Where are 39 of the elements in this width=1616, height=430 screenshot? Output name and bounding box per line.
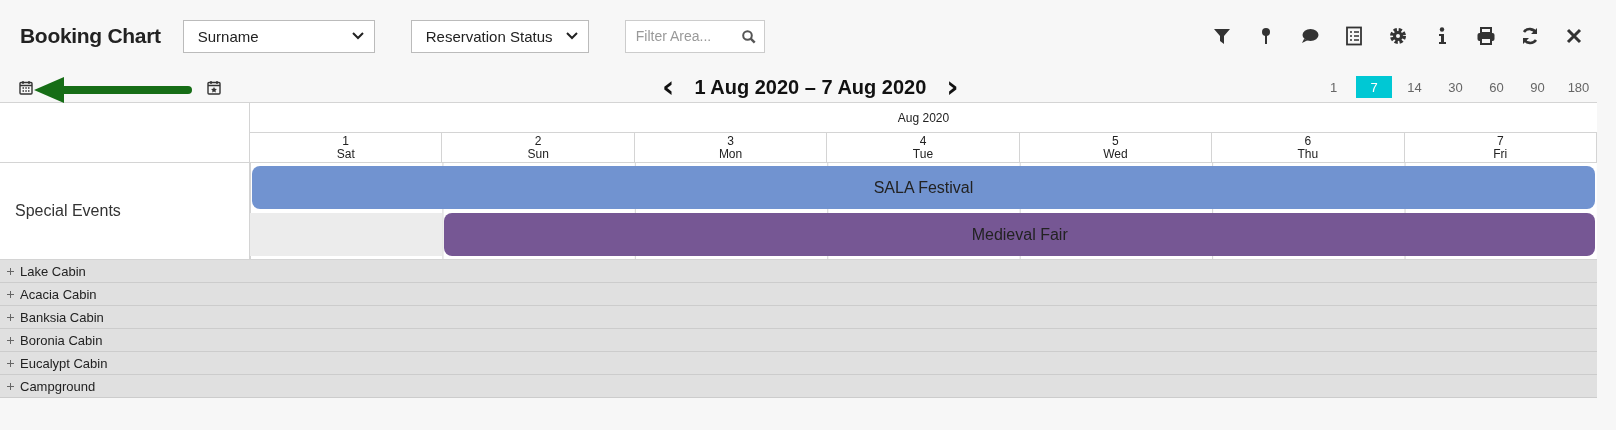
day-header: 2 Sun: [442, 133, 635, 162]
expand-icon[interactable]: [6, 266, 15, 276]
resource-name: Eucalypt Cabin: [20, 355, 108, 371]
month-header: Aug 2020: [250, 103, 1597, 133]
event-bar[interactable]: SALA Festival: [252, 166, 1595, 209]
expand-icon[interactable]: [6, 312, 15, 322]
zoom-option[interactable]: 60: [1476, 76, 1517, 98]
day-header: 4 Tue: [827, 133, 1020, 162]
calendar-star-icon[interactable]: [205, 78, 223, 96]
search-icon: [741, 29, 756, 44]
resource-name: Boronia Cabin: [20, 332, 103, 348]
day-header: 5 Wed: [1019, 133, 1213, 162]
resource-name: Campground: [20, 378, 96, 394]
zoom-option[interactable]: 1: [1313, 76, 1354, 98]
zoom-option[interactable]: 90: [1517, 76, 1558, 98]
expand-icon[interactable]: [6, 381, 15, 391]
caret-icon: [351, 32, 364, 40]
day-header: 1 Sat: [250, 133, 443, 162]
filter-field[interactable]: Filter Area...: [624, 19, 765, 53]
date-range: 1 Aug 2020 – 7 Aug 2020: [694, 75, 927, 99]
calendar-icon[interactable]: [17, 78, 35, 96]
zoom-option[interactable]: 30: [1435, 76, 1476, 98]
zoom-option[interactable]: 180: [1558, 76, 1599, 98]
expand-icon[interactable]: [6, 289, 15, 299]
expand-icon[interactable]: [6, 335, 15, 345]
caret-icon: [565, 32, 578, 40]
resource-name: Acacia Cabin: [20, 286, 97, 302]
day-header: 7 Fri: [1404, 133, 1597, 162]
page-title: Booking Chart: [20, 24, 161, 48]
day-header: 3 Mon: [634, 133, 828, 162]
surname-select[interactable]: Surname: [182, 19, 375, 53]
previous-button[interactable]: ‹: [656, 74, 681, 100]
resource-name: Banksia Cabin: [20, 309, 104, 325]
zoom-option[interactable]: 14: [1394, 76, 1435, 98]
resource-name: Lake Cabin: [20, 263, 86, 279]
next-button[interactable]: ›: [940, 74, 965, 100]
day-header: 6 Thu: [1212, 133, 1405, 162]
expand-icon[interactable]: [6, 358, 15, 368]
status-select[interactable]: Reservation Status: [410, 19, 589, 53]
